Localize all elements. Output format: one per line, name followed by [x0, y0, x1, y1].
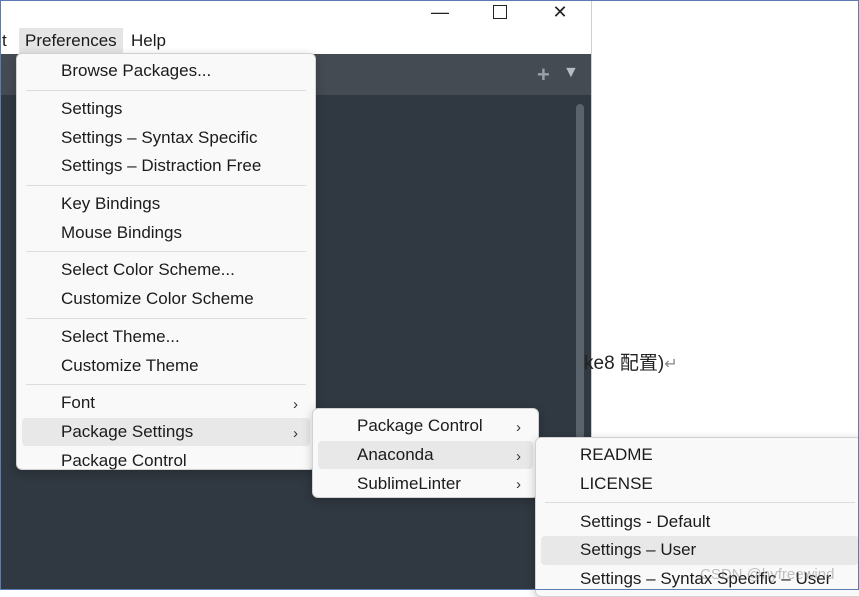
- menu-separator: [26, 89, 306, 91]
- menu-item-settings-user[interactable]: Settings – User: [541, 536, 859, 565]
- paragraph-mark-icon: ↵: [664, 356, 678, 373]
- tab-list-dropdown-icon[interactable]: ▼: [563, 64, 579, 82]
- menu-item-settings-default[interactable]: Settings - Default: [541, 507, 859, 536]
- menu-item-settings-syntax-specific[interactable]: Settings – Syntax Specific: [22, 123, 310, 152]
- menu-separator: [26, 251, 306, 253]
- menu-item-label: Anaconda: [357, 445, 434, 465]
- menu-item-select-color-scheme[interactable]: Select Color Scheme...: [22, 256, 310, 285]
- chevron-right-icon: ›: [516, 419, 521, 436]
- menu-item-sublimelinter[interactable]: SublimeLinter ›: [318, 469, 533, 498]
- close-button[interactable]: ✕: [530, 0, 590, 24]
- new-tab-icon[interactable]: +: [537, 62, 550, 88]
- menu-item-label: README: [580, 445, 653, 465]
- menu-item-label: Key Bindings: [61, 194, 161, 214]
- menu-item-label: Mouse Bindings: [61, 222, 182, 242]
- menu-item-label: LICENSE: [580, 474, 653, 494]
- menu-item-browse-packages[interactable]: Browse Packages...: [22, 57, 310, 86]
- minimize-button[interactable]: —: [410, 0, 470, 24]
- menu-separator: [26, 317, 306, 319]
- menu-item-font[interactable]: Font ›: [22, 389, 310, 418]
- menu-item-license[interactable]: LICENSE: [541, 470, 859, 499]
- menu-item-label: Browse Packages...: [61, 61, 212, 81]
- chevron-right-icon: ›: [293, 395, 298, 413]
- watermark: CSDN @hyfreewind: [700, 566, 835, 583]
- preferences-menu: Browse Packages... Settings Settings – Syn…: [16, 53, 316, 470]
- menu-item-package-control[interactable]: Package Control: [22, 446, 310, 475]
- menu-separator: [26, 184, 306, 186]
- menu-item-anaconda[interactable]: Anaconda ›: [318, 440, 533, 470]
- menu-item-package-settings[interactable]: Package Settings ›: [22, 417, 310, 447]
- vertical-scrollbar[interactable]: [576, 104, 584, 439]
- package-settings-submenu: Package Control › Anaconda › SublimeLinter ›: [312, 408, 539, 498]
- menu-bar: t Preferences Help: [0, 28, 591, 54]
- menu-item-label: Select Color Scheme...: [61, 260, 235, 280]
- menu-item-label: Customize Color Scheme: [61, 289, 254, 309]
- menu-item-label: Font: [61, 393, 96, 413]
- title-bar: — ✕: [0, 0, 591, 28]
- menu-item-select-theme[interactable]: Select Theme...: [22, 323, 310, 352]
- menu-item-label: Settings – User: [580, 540, 697, 560]
- menu-item-label: Settings – Syntax Specific: [61, 127, 258, 147]
- chevron-right-icon: ›: [293, 424, 298, 442]
- menu-item-package-control[interactable]: Package Control ›: [318, 412, 533, 441]
- chevron-right-icon: ›: [516, 476, 521, 494]
- menu-item-customize-theme[interactable]: Customize Theme: [22, 351, 310, 380]
- document-text: ke8 配置)↵: [584, 348, 678, 375]
- menu-item-label: Settings: [61, 99, 123, 119]
- menu-item-label: Settings - Default: [580, 511, 711, 531]
- menu-item-key-bindings[interactable]: Key Bindings: [22, 190, 310, 219]
- maximize-button[interactable]: [470, 0, 530, 24]
- menu-item-label: Package Settings: [61, 421, 194, 441]
- menu-item-readme[interactable]: README: [541, 441, 859, 470]
- chevron-right-icon: ›: [516, 447, 521, 465]
- menu-help[interactable]: Help: [125, 28, 172, 54]
- menu-edit-partial[interactable]: t: [0, 28, 13, 54]
- menu-item-settings-distraction-free[interactable]: Settings – Distraction Free: [22, 152, 310, 181]
- menu-item-customize-color-scheme[interactable]: Customize Color Scheme: [22, 285, 310, 314]
- menu-item-label: Customize Theme: [61, 355, 199, 375]
- document-text-content: ke8 配置): [584, 353, 665, 374]
- menu-item-settings[interactable]: Settings: [22, 95, 310, 124]
- menu-item-label: Package Control: [357, 416, 483, 436]
- menu-separator: [545, 502, 855, 504]
- menu-item-mouse-bindings[interactable]: Mouse Bindings: [22, 218, 310, 247]
- maximize-icon: [493, 5, 507, 19]
- menu-item-label: Settings – Distraction Free: [61, 156, 262, 176]
- menu-item-label: Package Control: [61, 450, 187, 470]
- menu-item-label: Select Theme...: [61, 326, 180, 346]
- menu-separator: [26, 383, 306, 385]
- menu-preferences[interactable]: Preferences: [19, 28, 123, 54]
- menu-item-label: SublimeLinter: [357, 473, 461, 493]
